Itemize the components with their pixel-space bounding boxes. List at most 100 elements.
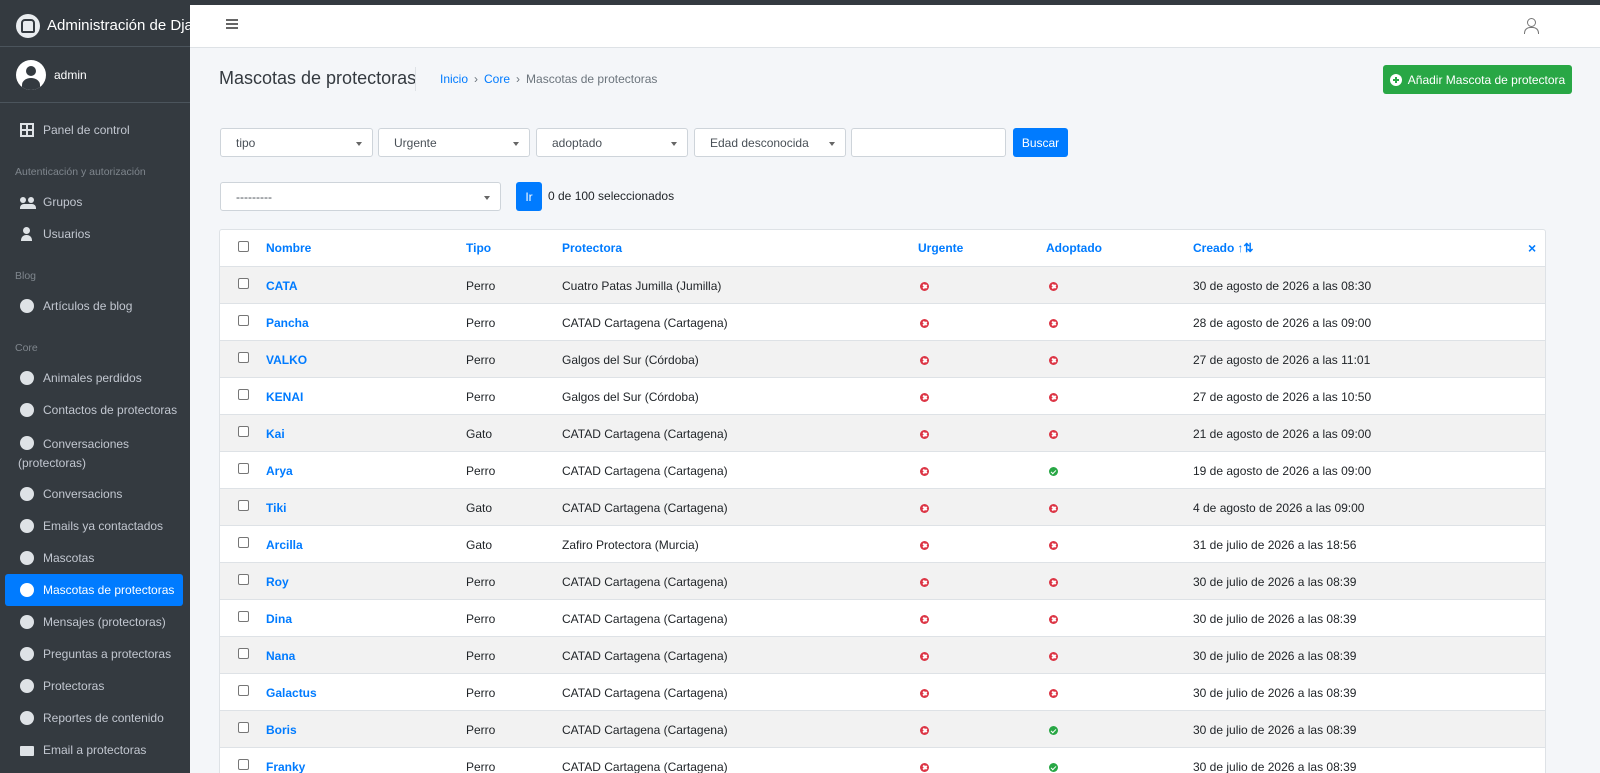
cross-icon (1049, 319, 1058, 328)
sidebar-item-conversacions[interactable]: Conversacions (0, 478, 190, 510)
sidebar-item-email-protectoras[interactable]: Email a protectoras (0, 734, 190, 766)
row-checkbox[interactable] (238, 685, 249, 696)
sidebar-item-label: Usuarios (43, 227, 91, 241)
created-date: 28 de agosto de 2026 a las 09:00 (1193, 316, 1372, 330)
dashboard-icon (20, 123, 34, 137)
row-checkbox[interactable] (238, 500, 249, 511)
created-date: 30 de julio de 2026 a las 08:39 (1193, 649, 1357, 663)
sidebar-item-mascotas-protectoras[interactable]: Mascotas de protectoras (5, 574, 183, 606)
filter-urgente-select[interactable]: Urgente (378, 128, 530, 157)
pet-name-link[interactable]: Galactus (266, 686, 317, 700)
check-icon (1049, 726, 1058, 735)
row-checkbox[interactable] (238, 759, 249, 770)
table-row: Arcilla Gato Zafiro Protectora (Murcia) 31 … (220, 526, 1545, 563)
filter-edad-select[interactable]: Edad desconocida (694, 128, 846, 157)
pet-shelter: CATAD Cartagena (Cartagena) (562, 464, 728, 478)
sidebar-item-emails-contactados[interactable]: Emails ya contactados (0, 510, 190, 542)
pet-name-link[interactable]: Nana (266, 649, 295, 663)
pet-shelter: Galgos del Sur (Córdoba) (562, 353, 699, 367)
cross-icon (920, 652, 929, 661)
select-all-checkbox[interactable] (238, 241, 249, 252)
pet-name-link[interactable]: Arya (266, 464, 293, 478)
sidebar-item-mascotas[interactable]: Mascotas (0, 542, 190, 574)
table-row: VALKO Perro Galgos del Sur (Córdoba) 27 de … (220, 341, 1545, 378)
created-date: 30 de julio de 2026 a las 08:39 (1193, 686, 1357, 700)
sidebar-item-animales-perdidos[interactable]: Animales perdidos (0, 362, 190, 394)
search-button[interactable]: Buscar (1013, 128, 1068, 157)
pet-name-link[interactable]: Pancha (266, 316, 309, 330)
column-header-protectora[interactable]: Protectora (562, 241, 622, 255)
plus-circle-icon (1389, 73, 1402, 86)
cross-icon (920, 689, 929, 698)
pet-name-link[interactable]: Arcilla (266, 538, 303, 552)
pet-name-link[interactable]: VALKO (266, 353, 307, 367)
avatar (16, 59, 46, 90)
sidebar-item-dashboard[interactable]: Panel de control (0, 114, 190, 146)
circle-icon (20, 403, 34, 417)
created-date: 19 de agosto de 2026 a las 09:00 (1193, 464, 1372, 478)
row-checkbox[interactable] (238, 389, 249, 400)
created-date: 30 de julio de 2026 a las 08:39 (1193, 575, 1357, 589)
pet-name-link[interactable]: Roy (266, 575, 289, 589)
circle-icon (20, 551, 34, 565)
search-input[interactable] (851, 128, 1006, 157)
circle-icon (20, 299, 34, 313)
created-date: 4 de agosto de 2026 a las 09:00 (1193, 501, 1365, 515)
add-mascota-button[interactable]: Añadir Mascota de protectora (1383, 65, 1572, 94)
row-checkbox[interactable] (238, 352, 249, 363)
menu-toggle-icon[interactable] (226, 19, 238, 29)
sidebar-item-label: Contactos de protectoras (43, 403, 178, 417)
sidebar-item-label: Conversaciones (protectoras) (18, 436, 130, 470)
row-checkbox[interactable] (238, 574, 249, 585)
column-header-adoptado[interactable]: Adoptado (1046, 241, 1102, 255)
pet-name-link[interactable]: Tiki (266, 501, 286, 515)
filter-tipo-select[interactable]: tipo (220, 128, 373, 157)
row-checkbox[interactable] (238, 537, 249, 548)
sidebar-item-contactos-protectoras[interactable]: Contactos de protectoras (0, 394, 190, 426)
action-select[interactable]: --------- (220, 182, 501, 211)
sidebar-item-grupos[interactable]: Grupos (0, 186, 190, 218)
pet-type: Perro (466, 760, 496, 773)
pet-name-link[interactable]: KENAI (266, 390, 303, 404)
row-checkbox[interactable] (238, 463, 249, 474)
cross-icon (920, 430, 929, 439)
row-checkbox[interactable] (238, 315, 249, 326)
row-checkbox[interactable] (238, 722, 249, 733)
sidebar-item-protectoras[interactable]: Protectoras (0, 670, 190, 702)
sidebar-item-mensajes-protectoras[interactable]: Mensajes (protectoras) (0, 606, 190, 638)
column-header-nombre[interactable]: Nombre (266, 241, 311, 255)
sidebar-item-conversaciones-protectoras[interactable]: Conversaciones (protectoras) (0, 426, 190, 478)
breadcrumb: Inicio › Core › Mascotas de protectoras (440, 72, 657, 86)
go-button[interactable]: Ir (516, 182, 542, 211)
pet-name-link[interactable]: Franky (266, 760, 305, 773)
pet-shelter: CATAD Cartagena (Cartagena) (562, 612, 728, 626)
breadcrumb-core[interactable]: Core (484, 72, 510, 86)
pet-name-link[interactable]: Boris (266, 723, 297, 737)
sidebar-item-usuarios[interactable]: Usuarios (0, 218, 190, 250)
sidebar-item-preguntas-protectoras[interactable]: Preguntas a protectoras (0, 638, 190, 670)
column-header-tipo[interactable]: Tipo (466, 241, 491, 255)
filter-adoptado-select[interactable]: adoptado (536, 128, 688, 157)
pet-shelter: CATAD Cartagena (Cartagena) (562, 501, 728, 515)
row-checkbox[interactable] (238, 426, 249, 437)
sidebar-item-label: Mensajes (protectoras) (43, 615, 166, 629)
row-checkbox[interactable] (238, 611, 249, 622)
pet-name-link[interactable]: Kai (266, 427, 285, 441)
pet-name-link[interactable]: CATA (266, 279, 298, 293)
circle-icon (20, 647, 34, 661)
column-header-urgente[interactable]: Urgente (918, 241, 963, 255)
pet-type: Perro (466, 649, 496, 663)
pet-name-link[interactable]: Dina (266, 612, 292, 626)
row-checkbox[interactable] (238, 648, 249, 659)
breadcrumb-home[interactable]: Inicio (440, 72, 468, 86)
breadcrumb-current: Mascotas de protectoras (526, 72, 658, 86)
user-panel[interactable]: admin (0, 47, 190, 103)
column-header-creado[interactable]: Creado ↑⇅ (1193, 241, 1253, 255)
brand-link[interactable]: Administración de Djan (0, 5, 190, 47)
sidebar-item-articulos[interactable]: Artículos de blog (0, 290, 190, 322)
sidebar-item-reportes-contenido[interactable]: Reportes de contenido (0, 702, 190, 734)
row-checkbox[interactable] (238, 278, 249, 289)
clear-sort-icon[interactable]: × (1528, 240, 1536, 256)
add-button-label: Añadir Mascota de protectora (1407, 72, 1566, 87)
user-menu-icon[interactable] (1524, 18, 1539, 34)
